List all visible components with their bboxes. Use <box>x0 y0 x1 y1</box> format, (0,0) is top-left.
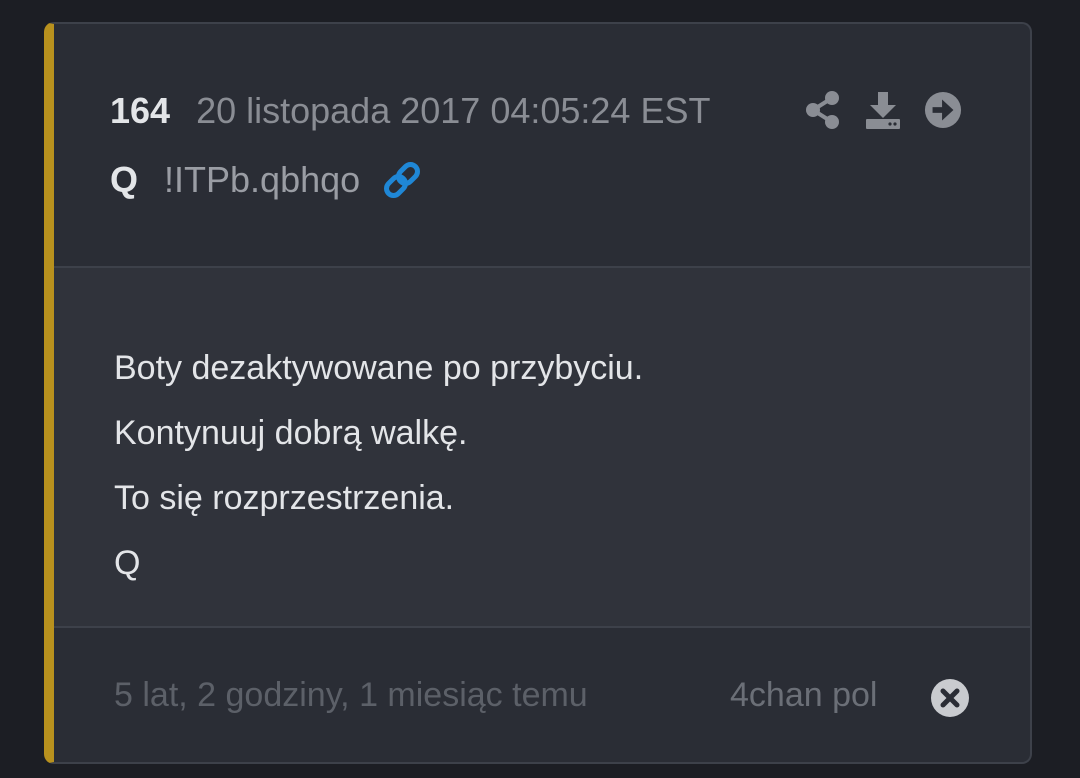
post-author-row: Q !ITPb.qbhqo <box>110 158 424 202</box>
link-icon[interactable] <box>380 158 424 202</box>
post-tripcode: !ITPb.qbhqo <box>164 159 361 200</box>
post-footer: 5 lat, 2 godziny, 1 miesiąc temu 4chan p… <box>54 628 1030 762</box>
post-number: 164 <box>110 90 171 131</box>
post-text-line: To się rozprzestrzenia. <box>114 479 455 517</box>
post-card: 164 20 listopada 2017 04:05:24 EST Q !IT… <box>44 22 1032 764</box>
arrow-circle-right-icon[interactable] <box>924 90 962 130</box>
post-source[interactable]: 4chan pol <box>730 676 877 715</box>
post-date: 20 listopada 2017 04:05:24 EST <box>196 90 711 131</box>
post-header: 164 20 listopada 2017 04:05:24 EST Q !IT… <box>54 24 1030 266</box>
share-icon[interactable] <box>804 90 842 130</box>
download-icon[interactable] <box>864 90 902 130</box>
post-author: Q <box>110 159 139 200</box>
post-text-line: Boty dezaktywowane po przybyciu. <box>114 349 644 387</box>
post-time-ago: 5 lat, 2 godziny, 1 miesiąc temu <box>114 676 588 714</box>
post-text-line: Kontynuuj dobrą walkę. <box>114 414 468 452</box>
post-meta-row: 164 20 listopada 2017 04:05:24 EST <box>110 90 710 132</box>
post-body: Boty dezaktywowane po przybyciu. Kontynu… <box>54 268 1030 626</box>
post-actions <box>804 90 962 130</box>
close-circle-icon[interactable] <box>930 678 970 718</box>
post-text-line: Q <box>114 544 141 582</box>
post-text: Boty dezaktywowane po przybyciu. Kontynu… <box>114 336 643 596</box>
